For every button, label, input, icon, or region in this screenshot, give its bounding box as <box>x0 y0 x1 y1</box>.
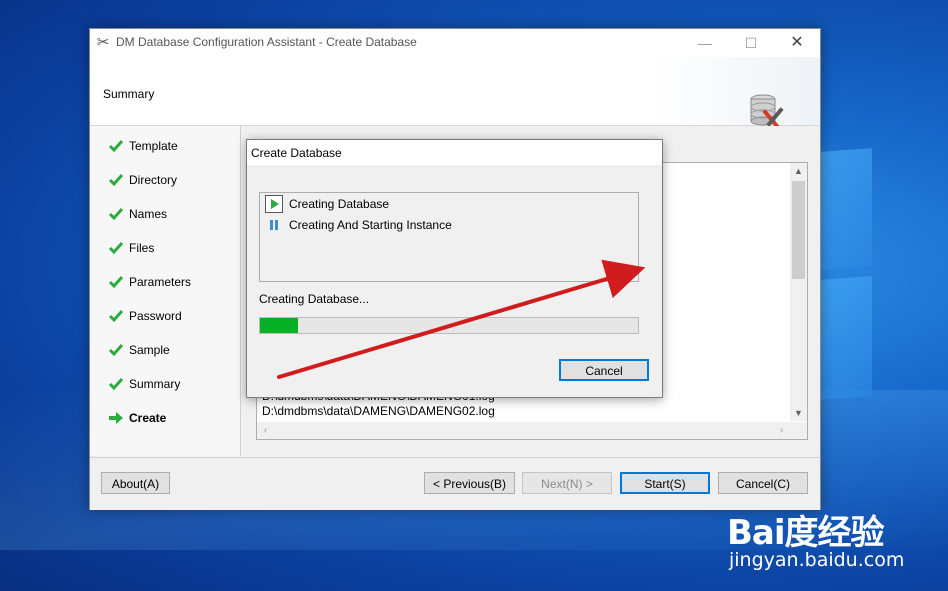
next-button[interactable]: Next(N) > <box>522 472 612 494</box>
wizard-steps: Template Directory Names Files Parameter… <box>90 126 241 456</box>
task-label: Creating And Starting Instance <box>289 218 452 232</box>
check-icon <box>108 276 124 289</box>
step-label: Sample <box>129 343 170 357</box>
check-icon <box>108 378 124 391</box>
step-label: Files <box>129 241 155 255</box>
start-button[interactable]: Start(S) <box>620 472 710 494</box>
watermark-url: jingyan.baidu.com <box>729 549 905 571</box>
task-item: Creating Database <box>265 195 389 213</box>
check-icon <box>108 344 124 357</box>
step-password[interactable]: Password <box>108 306 182 326</box>
task-label: Creating Database <box>289 197 390 211</box>
check-icon <box>108 174 124 187</box>
scroll-down-icon[interactable]: ▼ <box>790 405 807 421</box>
step-label: Names <box>129 207 168 221</box>
desktop-logo-pane <box>820 148 872 270</box>
task-list: Creating Database Creating And Starting … <box>259 192 639 282</box>
scroll-thumb[interactable] <box>792 181 805 279</box>
dialog-title: Create Database <box>251 146 342 160</box>
header-gradient <box>650 57 820 125</box>
step-label: Password <box>129 309 182 323</box>
step-label: Parameters <box>129 275 192 289</box>
horizontal-scrollbar[interactable]: ‹ › <box>257 422 790 439</box>
vertical-scrollbar[interactable]: ▲ ▼ <box>790 163 807 421</box>
desktop-logo-pane <box>820 276 872 400</box>
check-icon <box>108 242 124 255</box>
previous-button[interactable]: < Previous(B) <box>424 472 515 494</box>
cancel-button[interactable]: Cancel(C) <box>718 472 808 494</box>
button-bar: About(A) < Previous(B) Next(N) > Start(S… <box>90 457 820 510</box>
page-title: Summary <box>103 87 155 101</box>
about-button[interactable]: About(A) <box>101 472 170 494</box>
step-create[interactable]: Create <box>108 408 166 428</box>
scroll-up-icon[interactable]: ▲ <box>790 163 807 179</box>
create-database-dialog: Create Database Creating Database Creati… <box>246 139 663 398</box>
status-text: Creating Database... <box>259 292 370 306</box>
scroll-corner <box>790 422 807 439</box>
window-title: DM Database Configuration Assistant - Cr… <box>116 35 417 49</box>
step-summary[interactable]: Summary <box>108 374 180 394</box>
task-item: Creating And Starting Instance <box>265 216 452 234</box>
arrow-right-icon <box>109 412 123 424</box>
step-sample[interactable]: Sample <box>108 340 170 360</box>
wizard-header: Summary <box>90 57 820 129</box>
summary-line: D:\dmdbms\data\DAMENG\DAMENG02.log <box>262 404 495 418</box>
step-label: Template <box>129 139 178 153</box>
watermark-logo: Bai度经验 <box>727 513 885 553</box>
title-bar[interactable]: ✂ DM Database Configuration Assistant - … <box>90 29 820 57</box>
check-icon <box>108 208 124 221</box>
step-label: Directory <box>129 173 178 187</box>
progress-bar <box>259 317 639 334</box>
check-icon <box>108 310 124 323</box>
tools-icon: ✂ <box>96 34 110 51</box>
maximize-button[interactable]: ☐ <box>728 29 774 57</box>
step-files[interactable]: Files <box>108 238 154 258</box>
progress-fill <box>260 318 298 333</box>
step-directory[interactable]: Directory <box>108 170 177 190</box>
pause-icon <box>265 216 283 234</box>
scroll-right-icon[interactable]: › <box>773 422 790 439</box>
step-label: Create <box>129 411 167 425</box>
check-icon <box>108 140 124 153</box>
scroll-left-icon[interactable]: ‹ <box>257 422 274 439</box>
step-label: Summary <box>129 377 181 391</box>
dialog-cancel-button[interactable]: Cancel <box>559 359 649 381</box>
close-button[interactable]: ✕ <box>774 29 820 57</box>
play-icon <box>265 195 283 213</box>
baidu-watermark: Bai度经验 jingyan.baidu.com <box>727 505 942 585</box>
minimize-button[interactable]: — <box>682 29 728 57</box>
step-names[interactable]: Names <box>108 204 167 224</box>
step-parameters[interactable]: Parameters <box>108 272 191 292</box>
step-template[interactable]: Template <box>108 136 178 156</box>
dialog-title-bar[interactable]: Create Database <box>247 140 662 165</box>
